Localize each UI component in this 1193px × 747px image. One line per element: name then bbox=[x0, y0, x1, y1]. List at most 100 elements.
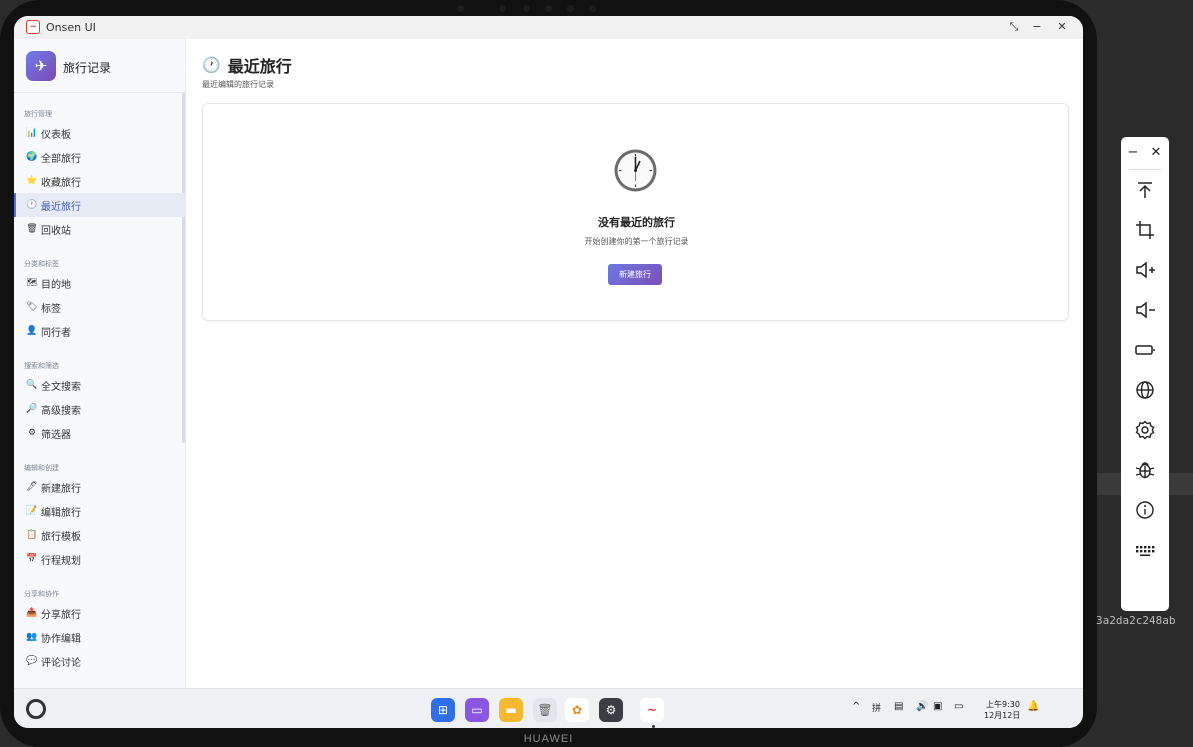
floating-toolbar: − ✕ bbox=[1121, 137, 1169, 611]
multitask-icon[interactable]: ▭ bbox=[465, 698, 489, 722]
overlay-hash: 3a2da2c248ab bbox=[1096, 614, 1176, 627]
page-title: 🕐 最近旅行 bbox=[202, 53, 292, 77]
battery-icon[interactable] bbox=[1133, 338, 1157, 362]
active-app-indicator bbox=[652, 725, 655, 728]
sidebar-item[interactable]: 📝 编辑旅行 bbox=[14, 499, 185, 523]
notes-icon[interactable]: ▬ bbox=[499, 698, 523, 722]
sidebar-item-label: 全文搜索 bbox=[41, 381, 81, 393]
sidebar-item-icon: 🌍 bbox=[26, 152, 38, 162]
start-button[interactable] bbox=[26, 699, 46, 719]
sidebar-item-label: 旅行模板 bbox=[41, 531, 81, 543]
sidebar-item[interactable]: 🗑 回收站 bbox=[14, 217, 185, 241]
sidebar-item-icon: ⚙ bbox=[27, 428, 37, 438]
tablet-frame: HUAWEI ~ Onsen UI ⤡ − ✕ ✈ 旅行记录 旅行管理 📊 仪表板 🌍… bbox=[0, 0, 1097, 747]
sidebar-item-label: 仪表板 bbox=[41, 129, 71, 141]
sidebar-item[interactable]: 👥 协作编辑 bbox=[14, 625, 185, 649]
sidebar-item-icon: 🔎 bbox=[26, 404, 38, 414]
sidebar-item-icon: 🗑 bbox=[26, 224, 38, 234]
settings-icon[interactable]: ⚙ bbox=[599, 698, 623, 722]
sidebar-item[interactable]: 🖊 新建旅行 bbox=[14, 475, 185, 499]
clock-icon bbox=[614, 149, 657, 192]
sidebar-nav: 旅行管理 📊 仪表板 🌍 全部旅行 ⭐ 收藏旅行 🕐 最近旅行 🗑 回收站 分类和标签 🗺 目的地 🏷 标签 👤… bbox=[14, 107, 185, 673]
toolbar-close-button[interactable]: ✕ bbox=[1148, 145, 1164, 160]
sidebar-item[interactable]: 📋 旅行模板 bbox=[14, 523, 185, 547]
volume-down-icon[interactable] bbox=[1133, 298, 1157, 322]
sidebar-item[interactable]: 📊 仪表板 bbox=[14, 121, 185, 145]
clock-icon: 🕐 bbox=[202, 56, 221, 74]
sidebar-item-icon: 📊 bbox=[26, 128, 38, 138]
page-title-text: 最近旅行 bbox=[227, 57, 292, 76]
sidebar-item-label: 筛选器 bbox=[41, 429, 71, 441]
sidebar-item[interactable]: 🏷 标签 bbox=[14, 295, 185, 319]
sidebar: ✈ 旅行记录 旅行管理 📊 仪表板 🌍 全部旅行 ⭐ 收藏旅行 🕐 最近旅行 🗑 回收站 分类和标签 🗺… bbox=[14, 39, 186, 688]
sidebar-item[interactable]: 🔎 高级搜索 bbox=[14, 397, 185, 421]
sidebar-item[interactable]: 👤 同行者 bbox=[14, 319, 185, 343]
clipboard-icon[interactable]: ▤ bbox=[894, 701, 903, 712]
gear-icon[interactable] bbox=[1133, 418, 1157, 442]
sidebar-item-label: 同行者 bbox=[41, 327, 71, 339]
sidebar-item-label: 标签 bbox=[41, 303, 61, 315]
input-method-icon[interactable]: 拼 bbox=[872, 701, 881, 714]
toolbar-divider bbox=[1129, 169, 1161, 170]
bug-icon[interactable] bbox=[1133, 458, 1157, 482]
close-button[interactable]: ✕ bbox=[1054, 19, 1070, 35]
sidebar-item-label: 编辑旅行 bbox=[41, 507, 81, 519]
empty-state-card: 没有最近的旅行 开始创建你的第一个旅行记录 新建旅行 bbox=[202, 103, 1069, 321]
toolbar-minimize-button[interactable]: − bbox=[1125, 145, 1141, 160]
sidebar-item-label: 收藏旅行 bbox=[41, 177, 81, 189]
minimize-button[interactable]: − bbox=[1029, 19, 1045, 35]
sidebar-item[interactable]: ⭐ 收藏旅行 bbox=[14, 169, 185, 193]
sidebar-item[interactable]: 🔍 全文搜索 bbox=[14, 373, 185, 397]
sidebar-section-label: 旅行管理 bbox=[24, 110, 52, 118]
globe-icon[interactable] bbox=[1133, 378, 1157, 402]
onsen-app-icon[interactable]: ~ bbox=[640, 698, 664, 722]
sidebar-item-icon: 🔍 bbox=[26, 380, 38, 390]
app-logo-icon: ~ bbox=[26, 20, 40, 34]
new-trip-button[interactable]: 新建旅行 bbox=[608, 264, 662, 285]
sidebar-item-icon: 🕐 bbox=[26, 200, 38, 210]
sidebar-item[interactable]: ⚙ 筛选器 bbox=[14, 421, 185, 445]
camera-array bbox=[455, 5, 605, 13]
trash-icon[interactable]: 🗑 bbox=[533, 698, 557, 722]
sidebar-item-icon: 🏷 bbox=[26, 302, 38, 312]
empty-state-description: 开始创建你的第一个旅行记录 bbox=[584, 237, 689, 246]
sidebar-item-icon: 📋 bbox=[26, 530, 38, 540]
volume-up-icon[interactable] bbox=[1133, 258, 1157, 282]
sidebar-item-label: 高级搜索 bbox=[41, 405, 81, 417]
device-brand: HUAWEI bbox=[523, 733, 574, 745]
window-titlebar: ~ Onsen UI ⤡ − ✕ bbox=[14, 16, 1083, 39]
sidebar-item[interactable]: 📅 行程规划 bbox=[14, 547, 185, 571]
crop-icon[interactable] bbox=[1133, 218, 1157, 242]
battery-icon[interactable]: ▭ bbox=[954, 701, 963, 712]
sidebar-item-icon: 💬 bbox=[26, 656, 38, 666]
page-subtitle: 最近编辑的旅行记录 bbox=[202, 80, 274, 89]
volume-icon[interactable]: 🔊 bbox=[916, 701, 928, 712]
sidebar-section-label: 分享和协作 bbox=[24, 590, 59, 598]
bell-icon[interactable]: 🔔 bbox=[1027, 701, 1039, 712]
projection-icon[interactable]: ▣ bbox=[933, 701, 942, 712]
sidebar-item-label: 最近旅行 bbox=[41, 201, 81, 213]
app-grid-icon[interactable]: ⊞ bbox=[431, 698, 455, 722]
gallery-icon[interactable]: ✿ bbox=[565, 698, 589, 722]
sidebar-item[interactable]: 🕐 最近旅行 bbox=[14, 193, 185, 217]
clock-time[interactable]: 上午9:30 bbox=[986, 699, 1020, 710]
sidebar-item[interactable]: 📤 分享旅行 bbox=[14, 601, 185, 625]
sidebar-item-label: 协作编辑 bbox=[41, 633, 81, 645]
sidebar-item[interactable]: 🌍 全部旅行 bbox=[14, 145, 185, 169]
main-content: 🕐 最近旅行 最近编辑的旅行记录 没有最近的旅行 开始创建你的第一个旅行记录 新… bbox=[187, 39, 1083, 688]
chevron-up-icon[interactable]: ^ bbox=[852, 701, 860, 712]
keyboard-icon[interactable] bbox=[1133, 538, 1157, 562]
restore-button[interactable]: ⤡ bbox=[1006, 19, 1022, 35]
sidebar-item-icon: 🗺 bbox=[26, 278, 38, 288]
sidebar-item[interactable]: 🗺 目的地 bbox=[14, 271, 185, 295]
sidebar-item[interactable]: 💬 评论讨论 bbox=[14, 649, 185, 673]
info-icon[interactable] bbox=[1133, 498, 1157, 522]
sidebar-section-label: 编辑和创建 bbox=[24, 464, 59, 472]
sidebar-item-icon: 👥 bbox=[26, 632, 38, 642]
sidebar-item-label: 回收站 bbox=[41, 225, 71, 237]
sidebar-section-label: 分类和标签 bbox=[24, 260, 59, 268]
sidebar-item-label: 行程规划 bbox=[41, 555, 81, 567]
empty-state-title: 没有最近的旅行 bbox=[598, 216, 675, 229]
pin-top-icon[interactable] bbox=[1133, 178, 1157, 202]
clock-date[interactable]: 12月12日 bbox=[984, 710, 1020, 721]
